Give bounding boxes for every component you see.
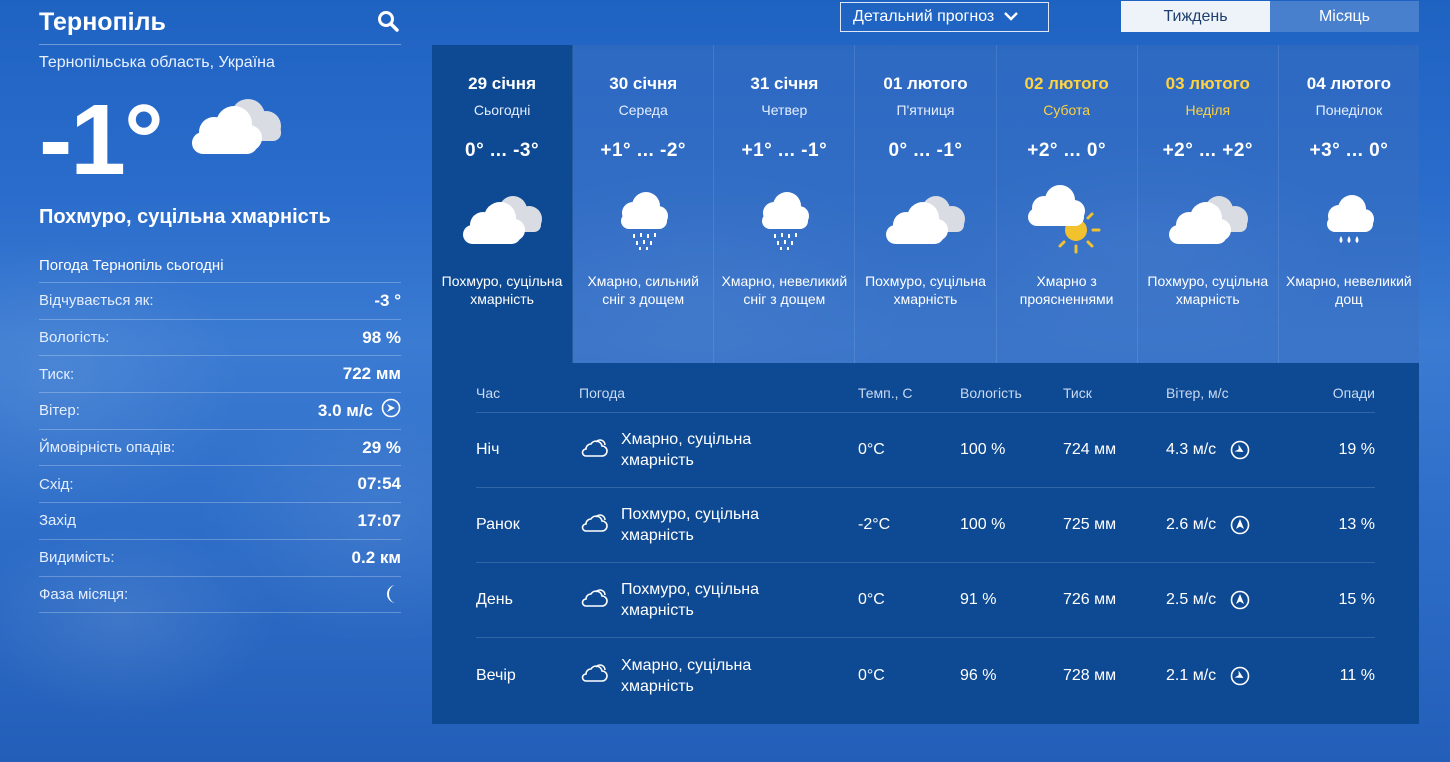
cloud-outline-icon <box>579 587 609 614</box>
region-name: Тернопільська область, Україна <box>39 54 275 71</box>
wind-direction-icon <box>381 398 401 423</box>
day-strip: 29 січня Сьогодні 0° ... -3° Похмуро, су… <box>432 45 1419 363</box>
city-name: Тернопіль <box>39 7 166 36</box>
param-sunset: Захід 17:07 <box>39 503 401 540</box>
current-temperature: -1° <box>39 84 164 196</box>
rain-icon <box>1319 184 1379 256</box>
chevron-down-icon <box>1004 8 1019 26</box>
snow-rain-icon <box>613 184 673 256</box>
detailed-forecast-select[interactable]: Детальний прогноз <box>840 2 1049 32</box>
wind-direction-icon <box>1230 440 1250 460</box>
cloudy-icon <box>459 184 545 256</box>
cloud-outline-icon <box>579 662 609 689</box>
today-title: Погода Тернопіль сьогодні <box>39 257 401 283</box>
param-visibility: Видимість: 0.2 км <box>39 540 401 577</box>
day-card[interactable]: 31 січня Четвер +1° ... -1° Хмарно, неве… <box>714 45 856 363</box>
period-tabs: Тиждень Місяць <box>1121 1 1419 32</box>
wind-direction-icon <box>1230 590 1250 610</box>
forecast-panel: 29 січня Сьогодні 0° ... -3° Похмуро, су… <box>432 45 1419 724</box>
param-sunrise: Схід: 07:54 <box>39 466 401 504</box>
cloudy-icon <box>882 184 968 256</box>
day-card[interactable]: 29 січня Сьогодні 0° ... -3° Похмуро, су… <box>432 45 574 363</box>
day-card[interactable]: 30 січня Середа +1° ... -2° Хмарно, силь… <box>573 45 715 363</box>
wind-direction-icon <box>1230 666 1250 686</box>
param-pressure: Тиск: 722 мм <box>39 356 401 394</box>
wind-direction-icon <box>1230 515 1250 535</box>
day-card[interactable]: 03 лютого Неділя +2° ... +2° Похмуро, су… <box>1137 45 1279 363</box>
current-conditions: -1° <box>39 84 401 196</box>
partly-sunny-icon <box>1024 184 1110 256</box>
param-humidity: Вологість: 98 % <box>39 320 401 357</box>
current-description: Похмуро, суцільна хмарність <box>39 206 331 228</box>
current-weather-panel: Тернопіль Тернопільська область, Україна… <box>39 0 401 614</box>
day-card[interactable]: 01 лютого П'ятниця 0° ... -1° Похмуро, с… <box>855 45 997 363</box>
cloud-outline-icon <box>579 512 609 539</box>
table-row: Ранок Похмуро, суцільна хмарність -2°C 1… <box>476 488 1375 563</box>
city-header: Тернопіль <box>39 0 401 45</box>
table-row: Ніч Хмарно, суцільна хмарність 0°C 100 %… <box>476 413 1375 488</box>
param-wind: Вітер: 3.0 м/с <box>39 393 401 430</box>
cloud-outline-icon <box>579 437 609 464</box>
snow-rain-icon <box>754 184 814 256</box>
param-moon-phase: Фаза місяця: <box>39 577 401 614</box>
table-header: Час Погода Темп., С Вологість Тиск Вітер… <box>476 373 1375 413</box>
search-icon[interactable] <box>377 10 401 34</box>
tab-week[interactable]: Тиждень <box>1121 1 1270 32</box>
day-card[interactable]: 04 лютого Понеділок +3° ... 0° Хмарно, н… <box>1278 45 1419 363</box>
param-precip-probability: Ймовірність опадів: 29 % <box>39 430 401 467</box>
moon-phase-icon <box>385 584 401 604</box>
cloudy-icon <box>186 94 286 163</box>
table-row: Вечір Хмарно, суцільна хмарність 0°C 96 … <box>476 656 1375 695</box>
day-card[interactable]: 02 лютого Субота +2° ... 0° Хмарно з про… <box>996 45 1138 363</box>
param-feels-like: Відчувається як: -3 ° <box>39 283 401 320</box>
tab-month[interactable]: Місяць <box>1270 1 1419 32</box>
table-row: День Похмуро, суцільна хмарність 0°C 91 … <box>476 563 1375 638</box>
hourly-table: Час Погода Темп., С Вологість Тиск Вітер… <box>432 363 1419 724</box>
cloudy-icon <box>1165 184 1251 256</box>
